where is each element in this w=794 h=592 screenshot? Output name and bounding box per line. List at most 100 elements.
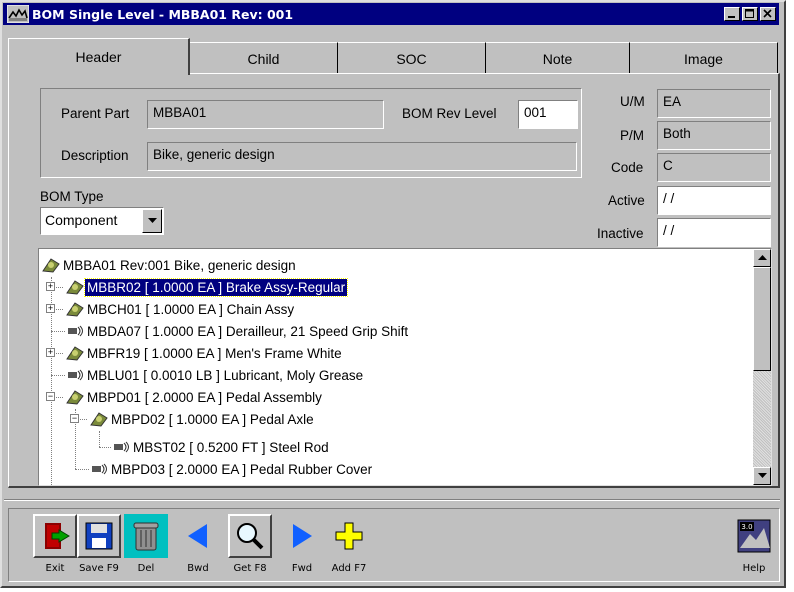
forward-button[interactable]: Fwd xyxy=(280,514,324,574)
minimize-icon xyxy=(728,16,735,18)
title-bar[interactable]: BOM Single Level - MBBA01 Rev: 001 xyxy=(3,3,779,25)
save-button[interactable]: Save F9 xyxy=(77,514,121,574)
tree-item-label: MBPD03 [ 2.0000 EA ] Pedal Rubber Cover xyxy=(111,461,373,477)
bom-type-dropdown[interactable]: Component xyxy=(40,207,164,235)
tab-label: Child xyxy=(247,50,280,67)
assembly-icon xyxy=(66,346,84,361)
tree-item[interactable]: MBBR02 [ 1.0000 EA ] Brake Assy-Regular xyxy=(65,276,349,298)
window-title: BOM Single Level - MBBA01 Rev: 001 xyxy=(32,6,294,22)
save-caption: Save F9 xyxy=(79,563,119,574)
chevron-down-icon xyxy=(147,218,157,223)
exit-door-icon xyxy=(45,523,70,549)
plus-icon xyxy=(335,522,363,550)
tree-guide-line xyxy=(75,469,89,470)
tree-guide-line xyxy=(51,331,65,332)
backward-button[interactable]: Bwd xyxy=(176,514,220,574)
maximize-icon xyxy=(745,9,754,18)
tab-label: Header xyxy=(75,49,122,65)
part-icon xyxy=(68,325,83,337)
active-date-field[interactable]: / / xyxy=(657,186,771,215)
tree-item-label: MBPD01 [ 2.0000 EA ] Pedal Assembly xyxy=(87,389,322,405)
delete-button[interactable]: Del xyxy=(124,514,168,574)
tab-strip: Header Child SOC Note Image xyxy=(8,38,778,75)
magnifier-icon xyxy=(237,523,264,550)
fwd-caption: Fwd xyxy=(291,563,313,574)
close-button[interactable] xyxy=(760,7,776,21)
expand-toggle[interactable]: + xyxy=(46,282,55,291)
tree-root-label: MBBA01 Rev:001 Bike, generic design xyxy=(63,257,296,273)
parent-part-label: Parent Part xyxy=(61,106,130,121)
tab-soc[interactable]: SOC xyxy=(338,42,486,74)
tree-item[interactable]: MBCH01 [ 1.0000 EA ] Chain Assy xyxy=(65,298,296,320)
bom-tree[interactable]: + + + − − MBBA01 Rev:001 Bike, generic d… xyxy=(38,248,772,486)
tree-item[interactable]: MBPD02 [ 1.0000 EA ] Pedal Axle xyxy=(89,408,316,430)
tree-item[interactable]: MBLU01 [ 0.0010 LB ] Lubricant, Moly Gre… xyxy=(67,364,365,386)
active-label: Active xyxy=(608,193,645,208)
tab-header[interactable]: Header xyxy=(8,38,190,75)
svg-text:3.0: 3.0 xyxy=(741,523,752,531)
floppy-disk-icon xyxy=(85,522,113,550)
tree-item-label: MBDA07 [ 1.0000 EA ] Derailleur, 21 Spee… xyxy=(87,323,409,339)
tab-label: SOC xyxy=(396,50,427,67)
get-button[interactable]: Get F8 xyxy=(228,514,272,574)
um-label: U/M xyxy=(620,94,645,109)
tree-item[interactable]: MBDA07 [ 1.0000 EA ] Derailleur, 21 Spee… xyxy=(67,320,410,342)
assembly-icon xyxy=(66,390,84,405)
add-button[interactable]: Add F7 xyxy=(327,514,371,574)
description-field[interactable]: Bike, generic design xyxy=(147,142,577,171)
tree-item[interactable]: MBFR19 [ 1.0000 EA ] Men's Frame White xyxy=(65,342,344,364)
expand-toggle[interactable]: + xyxy=(46,304,55,313)
app-icon[interactable] xyxy=(7,5,29,23)
collapse-toggle[interactable]: − xyxy=(46,392,55,401)
scroll-up-button[interactable] xyxy=(753,249,771,267)
bom-type-value: Component xyxy=(45,212,118,228)
dropdown-arrow-button[interactable] xyxy=(142,209,162,233)
assembly-icon xyxy=(66,302,84,317)
assembly-icon xyxy=(42,258,60,273)
part-icon xyxy=(68,369,83,381)
scroll-down-button[interactable] xyxy=(753,467,771,485)
bom-type-label: BOM Type xyxy=(40,189,104,204)
inactive-label: Inactive xyxy=(597,226,644,241)
collapse-toggle[interactable]: − xyxy=(70,414,79,423)
arrow-left-icon xyxy=(188,524,207,548)
um-field[interactable]: EA xyxy=(657,89,771,118)
tree-scrollbar[interactable] xyxy=(753,249,771,485)
parent-part-field[interactable]: MBBA01 xyxy=(147,100,384,129)
help-book-icon: 3.0 xyxy=(737,519,771,553)
help-caption: Help xyxy=(742,563,766,574)
tree-item[interactable]: MBST02 [ 0.5200 FT ] Steel Rod xyxy=(113,436,331,458)
tab-note[interactable]: Note xyxy=(486,42,630,74)
pm-field[interactable]: Both xyxy=(657,121,771,150)
tree-item[interactable]: MBPD03 [ 2.0000 EA ] Pedal Rubber Cover xyxy=(91,458,374,480)
bwd-caption: Bwd xyxy=(187,563,209,574)
tree-item[interactable]: MBPD01 [ 2.0000 EA ] Pedal Assembly xyxy=(65,386,324,408)
code-field[interactable]: C xyxy=(657,153,771,182)
tab-child[interactable]: Child xyxy=(190,42,338,74)
tree-guide-line xyxy=(99,431,100,447)
tree-guide-line xyxy=(51,375,65,376)
pm-label: P/M xyxy=(620,128,645,143)
tab-image[interactable]: Image xyxy=(630,42,778,74)
tree-root[interactable]: MBBA01 Rev:001 Bike, generic design xyxy=(41,254,298,276)
inactive-date-field[interactable]: / / xyxy=(657,218,771,247)
bom-rev-level-field[interactable]: 001 xyxy=(518,100,578,129)
assembly-icon xyxy=(66,280,84,295)
get-caption: Get F8 xyxy=(233,563,267,574)
add-caption: Add F7 xyxy=(331,563,367,574)
expand-toggle[interactable]: + xyxy=(46,348,55,357)
separator xyxy=(4,499,780,501)
del-caption: Del xyxy=(137,563,155,574)
help-button[interactable]: 3.0 Help xyxy=(732,514,776,574)
tree-guide-line xyxy=(99,447,111,448)
code-label: Code xyxy=(611,160,644,175)
scroll-thumb[interactable] xyxy=(753,267,771,371)
close-icon xyxy=(763,9,772,18)
minimize-button[interactable] xyxy=(724,7,740,21)
tree-item-label: MBFR19 [ 1.0000 EA ] Men's Frame White xyxy=(87,345,342,361)
maximize-button[interactable] xyxy=(742,7,758,21)
exit-button[interactable]: Exit xyxy=(33,514,77,574)
tree-item-label: MBPD02 [ 1.0000 EA ] Pedal Axle xyxy=(111,411,314,427)
bom-rev-level-label: BOM Rev Level xyxy=(402,106,497,121)
assembly-icon xyxy=(90,412,108,427)
